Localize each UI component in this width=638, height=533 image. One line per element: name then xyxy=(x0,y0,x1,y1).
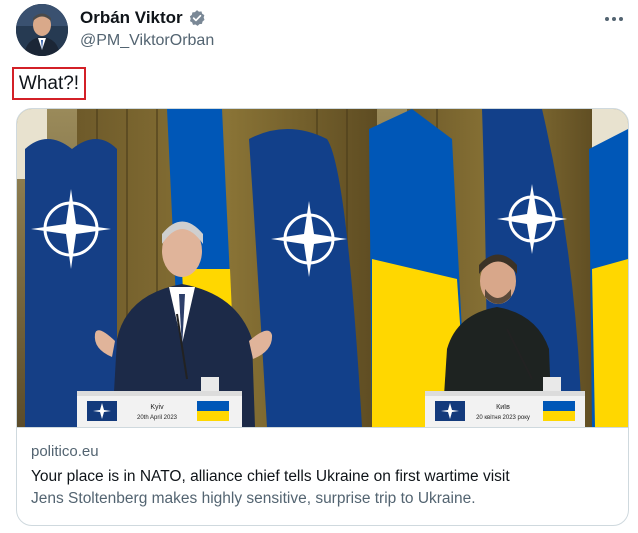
more-dot xyxy=(605,17,609,21)
link-preview-card[interactable]: Kyiv 20th April 2023 Київ 20 квітня 2023… xyxy=(16,108,629,526)
podium-left-city: Kyiv xyxy=(150,404,164,411)
author-handle[interactable]: @PM_ViktorOrban xyxy=(80,32,214,50)
link-description: Jens Stoltenberg makes highly sensitive,… xyxy=(31,490,476,507)
more-dot xyxy=(612,17,616,21)
podium-right-city: Київ xyxy=(496,404,510,411)
nato-flag xyxy=(25,139,117,427)
podium-right-date: 20 квітня 2023 року xyxy=(476,415,530,421)
avatar-photo xyxy=(16,4,68,56)
more-options-icon[interactable] xyxy=(600,8,628,30)
avatar[interactable] xyxy=(16,4,68,56)
author-name-row: Orbán Viktor xyxy=(80,8,206,28)
tweet-text: What?! xyxy=(12,67,86,100)
author-display-name[interactable]: Orbán Viktor xyxy=(80,8,183,28)
link-preview-meta[interactable]: politico.eu Your place is in NATO, allia… xyxy=(17,427,628,525)
more-dot xyxy=(619,17,623,21)
podium-left-date: 20th April 2023 xyxy=(137,415,178,421)
verified-badge-icon xyxy=(189,10,205,26)
link-preview-image: Kyiv 20th April 2023 Київ 20 квітня 2023… xyxy=(17,109,628,427)
link-domain: politico.eu xyxy=(31,443,99,460)
link-headline: Your place is in NATO, alliance chief te… xyxy=(31,468,510,485)
